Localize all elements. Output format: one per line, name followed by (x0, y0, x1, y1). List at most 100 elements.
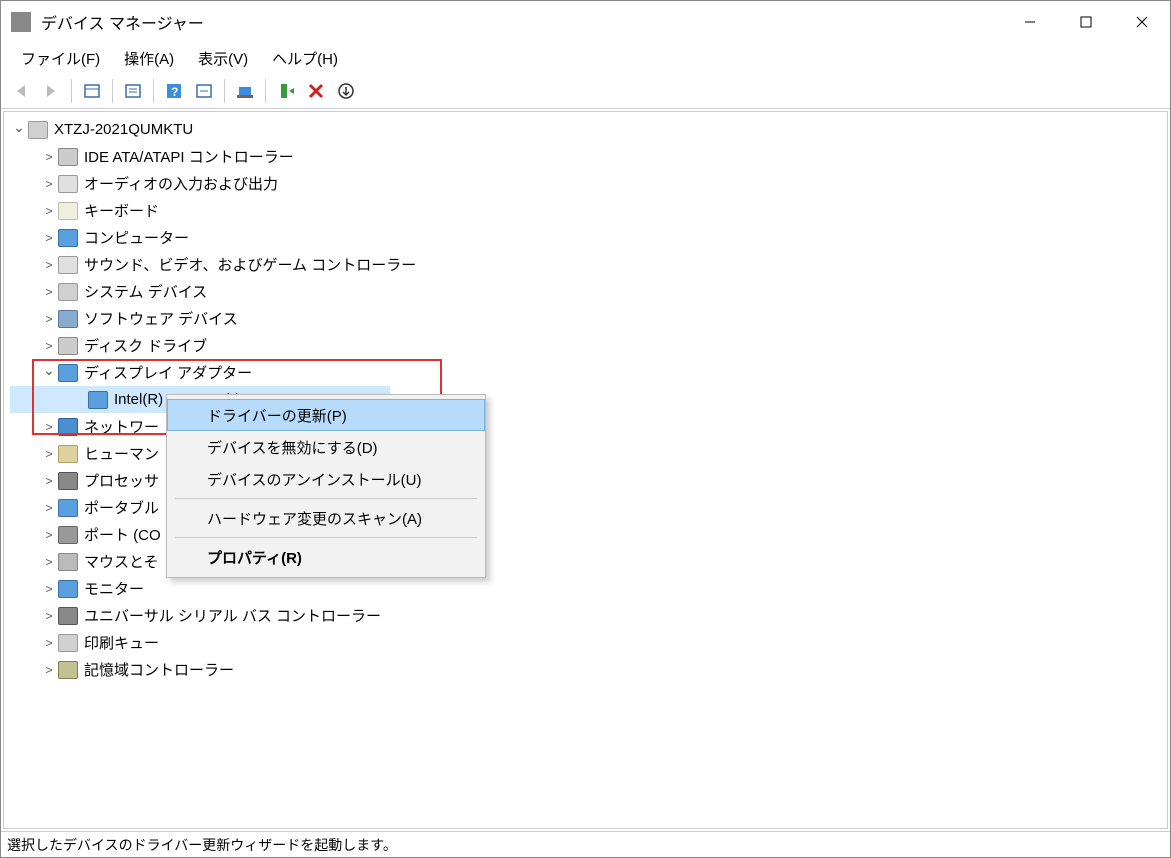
chevron-right-icon[interactable] (40, 636, 58, 650)
separator (112, 79, 113, 103)
chevron-right-icon[interactable] (40, 258, 58, 272)
chevron-right-icon[interactable] (40, 177, 58, 191)
separator (153, 79, 154, 103)
tree-item-storage[interactable]: 記憶域コントローラー (10, 656, 1167, 683)
chevron-right-icon[interactable] (40, 312, 58, 326)
context-menu: ドライバーの更新(P) デバイスを無効にする(D) デバイスのアンインストール(… (166, 394, 486, 578)
close-button[interactable] (1114, 1, 1170, 43)
chevron-right-icon[interactable] (40, 447, 58, 461)
ctx-update-driver[interactable]: ドライバーの更新(P) (167, 399, 485, 431)
chevron-right-icon[interactable] (40, 555, 58, 569)
tree-root-label: XTZJ-2021QUMKTU (54, 121, 193, 138)
tree-root[interactable]: XTZJ-2021QUMKTU (10, 116, 1167, 143)
chevron-right-icon[interactable] (40, 609, 58, 623)
app-icon (11, 12, 31, 32)
tree-item-keyboard[interactable]: キーボード (10, 197, 1167, 224)
chevron-right-icon[interactable] (40, 204, 58, 218)
device-tree[interactable]: XTZJ-2021QUMKTU IDE ATA/ATAPI コントローラー オー… (3, 111, 1168, 829)
ctx-properties[interactable]: プロパティ(R) (167, 541, 485, 573)
chevron-right-icon[interactable] (40, 285, 58, 299)
tree-item-label: ディスク ドライブ (84, 335, 207, 356)
tree-item-label: モニター (84, 578, 144, 599)
cpu-icon (58, 472, 78, 490)
speaker-icon (58, 175, 78, 193)
tree-item-label: ソフトウェア デバイス (84, 308, 238, 329)
svg-text:?: ? (171, 85, 178, 99)
tree-item-disk[interactable]: ディスク ドライブ (10, 332, 1167, 359)
disk-icon (58, 337, 78, 355)
help-button[interactable]: ? (160, 77, 188, 105)
tree-item-ide[interactable]: IDE ATA/ATAPI コントローラー (10, 143, 1167, 170)
properties-button[interactable] (119, 77, 147, 105)
ctx-item-label: ハードウェア変更のスキャン(A) (207, 508, 422, 529)
ide-icon (58, 148, 78, 166)
system-icon (58, 283, 78, 301)
separator (265, 79, 266, 103)
menu-help[interactable]: ヘルプ(H) (262, 45, 348, 72)
chevron-right-icon[interactable] (40, 150, 58, 164)
software-icon (58, 310, 78, 328)
tree-item-label: IDE ATA/ATAPI コントローラー (84, 146, 294, 167)
display-adapter-icon (88, 391, 108, 409)
separator (175, 537, 477, 538)
tree-item-display[interactable]: ディスプレイ アダプター (10, 359, 1167, 386)
tree-item-printq[interactable]: 印刷キュー (10, 629, 1167, 656)
ctx-item-label: デバイスのアンインストール(U) (207, 469, 421, 490)
chevron-right-icon[interactable] (40, 231, 58, 245)
update-driver-button[interactable] (231, 77, 259, 105)
scan-hardware-button[interactable] (190, 77, 218, 105)
tree-item-label: 印刷キュー (84, 632, 159, 653)
tree-item-computer[interactable]: コンピューター (10, 224, 1167, 251)
separator (175, 498, 477, 499)
menu-view[interactable]: 表示(V) (188, 45, 258, 72)
printer-icon (58, 634, 78, 652)
ctx-uninstall-device[interactable]: デバイスのアンインストール(U) (167, 463, 485, 495)
chevron-down-icon[interactable] (40, 364, 58, 381)
chevron-right-icon[interactable] (40, 501, 58, 515)
portable-icon (58, 499, 78, 517)
title-bar: デバイス マネージャー (1, 1, 1170, 43)
chevron-right-icon[interactable] (40, 582, 58, 596)
chevron-right-icon[interactable] (40, 474, 58, 488)
tree-item-audio[interactable]: オーディオの入力および出力 (10, 170, 1167, 197)
minimize-button[interactable] (1002, 1, 1058, 43)
chevron-right-icon[interactable] (40, 339, 58, 353)
computer-icon (28, 121, 48, 139)
uninstall-device-button[interactable] (302, 77, 330, 105)
tree-item-label: コンピューター (84, 227, 189, 248)
menu-bar: ファイル(F) 操作(A) 表示(V) ヘルプ(H) (1, 43, 1170, 73)
tree-item-usb[interactable]: ユニバーサル シリアル バス コントローラー (10, 602, 1167, 629)
tree-item-label: ネットワー (84, 416, 159, 437)
display-adapter-icon (58, 364, 78, 382)
separator (224, 79, 225, 103)
menu-file[interactable]: ファイル(F) (11, 45, 110, 72)
tree-item-label: ポート (CO (84, 524, 161, 545)
tree-item-system[interactable]: システム デバイス (10, 278, 1167, 305)
show-hide-console-button[interactable] (78, 77, 106, 105)
tree-item-label: ユニバーサル シリアル バス コントローラー (84, 605, 381, 626)
back-button[interactable] (7, 77, 35, 105)
speaker-icon (58, 256, 78, 274)
tree-item-sound[interactable]: サウンド、ビデオ、およびゲーム コントローラー (10, 251, 1167, 278)
tree-item-label: キーボード (84, 200, 159, 221)
enable-device-button[interactable] (272, 77, 300, 105)
tree-item-monitor[interactable]: モニター (10, 575, 1167, 602)
hid-icon (58, 445, 78, 463)
chevron-down-icon[interactable] (10, 121, 28, 138)
tree-item-label: サウンド、ビデオ、およびゲーム コントローラー (84, 254, 416, 275)
chevron-right-icon[interactable] (40, 663, 58, 677)
chevron-right-icon[interactable] (40, 528, 58, 542)
menu-action[interactable]: 操作(A) (114, 45, 184, 72)
disable-device-button[interactable] (332, 77, 360, 105)
maximize-button[interactable] (1058, 1, 1114, 43)
tree-item-label: ポータブル (84, 497, 159, 518)
ctx-disable-device[interactable]: デバイスを無効にする(D) (167, 431, 485, 463)
window-title: デバイス マネージャー (41, 10, 204, 34)
monitor-icon (58, 229, 78, 247)
chevron-right-icon[interactable] (40, 420, 58, 434)
window-controls (1002, 1, 1170, 43)
monitor-icon (58, 580, 78, 598)
forward-button[interactable] (37, 77, 65, 105)
tree-item-software[interactable]: ソフトウェア デバイス (10, 305, 1167, 332)
ctx-scan-hardware[interactable]: ハードウェア変更のスキャン(A) (167, 502, 485, 534)
